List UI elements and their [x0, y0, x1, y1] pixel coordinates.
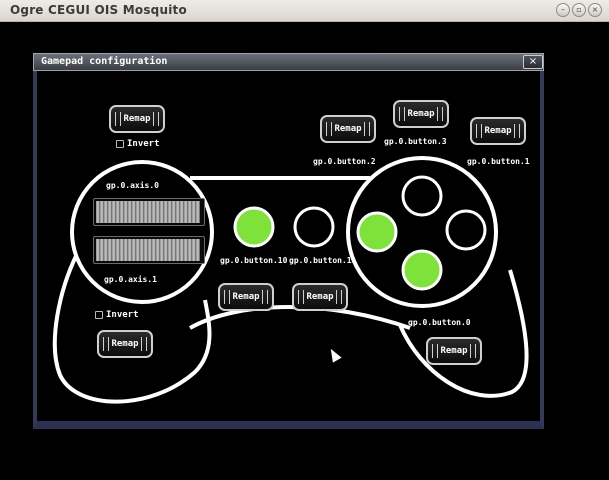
- remap-button-button-0[interactable]: Remap: [426, 337, 482, 365]
- remap-button-axis-0[interactable]: Remap: [109, 105, 165, 133]
- invert-checkbox-axis-1[interactable]: Invert: [95, 310, 139, 320]
- remap-button-button-1[interactable]: Remap: [470, 117, 526, 145]
- axis-0-label: gp.0.axis.0: [106, 181, 159, 190]
- invert-checkbox-axis-0[interactable]: Invert: [116, 139, 160, 149]
- axis-1-label: gp.0.axis.1: [104, 275, 157, 284]
- checkbox-icon[interactable]: [116, 139, 124, 148]
- gamepad-drawing: [52, 156, 529, 404]
- invert-label: Invert: [127, 139, 160, 149]
- button-1-label: gp.0.button.1: [467, 157, 530, 166]
- checkbox-icon[interactable]: [95, 310, 103, 319]
- button-10-label: gp.0.button.10: [220, 256, 288, 265]
- axis-1-bar: [93, 236, 205, 264]
- indicator-face-top: [401, 175, 443, 217]
- axis-0-bar: [93, 198, 205, 226]
- indicator-button-11: [293, 206, 335, 248]
- indicator-face-bottom: [401, 249, 443, 291]
- button-2-label: gp.0.button.2: [313, 157, 376, 166]
- indicator-button-10: [233, 206, 275, 248]
- invert-label: Invert: [106, 310, 139, 320]
- axis-1-fill: [96, 239, 200, 261]
- remap-button-button-11[interactable]: Remap: [292, 283, 348, 311]
- button-11-label: gp.0.button.11: [289, 256, 357, 265]
- axis-0-fill: [96, 201, 200, 223]
- indicator-face-left: [356, 211, 398, 253]
- remap-button-button-3[interactable]: Remap: [393, 100, 449, 128]
- button-0-label: gp.0.button.0: [408, 318, 471, 327]
- button-3-label: gp.0.button.3: [384, 137, 447, 146]
- indicator-face-right: [445, 209, 487, 251]
- remap-button-button-10[interactable]: Remap: [218, 283, 274, 311]
- remap-button-button-2[interactable]: Remap: [320, 115, 376, 143]
- remap-button-axis-1[interactable]: Remap: [97, 330, 153, 358]
